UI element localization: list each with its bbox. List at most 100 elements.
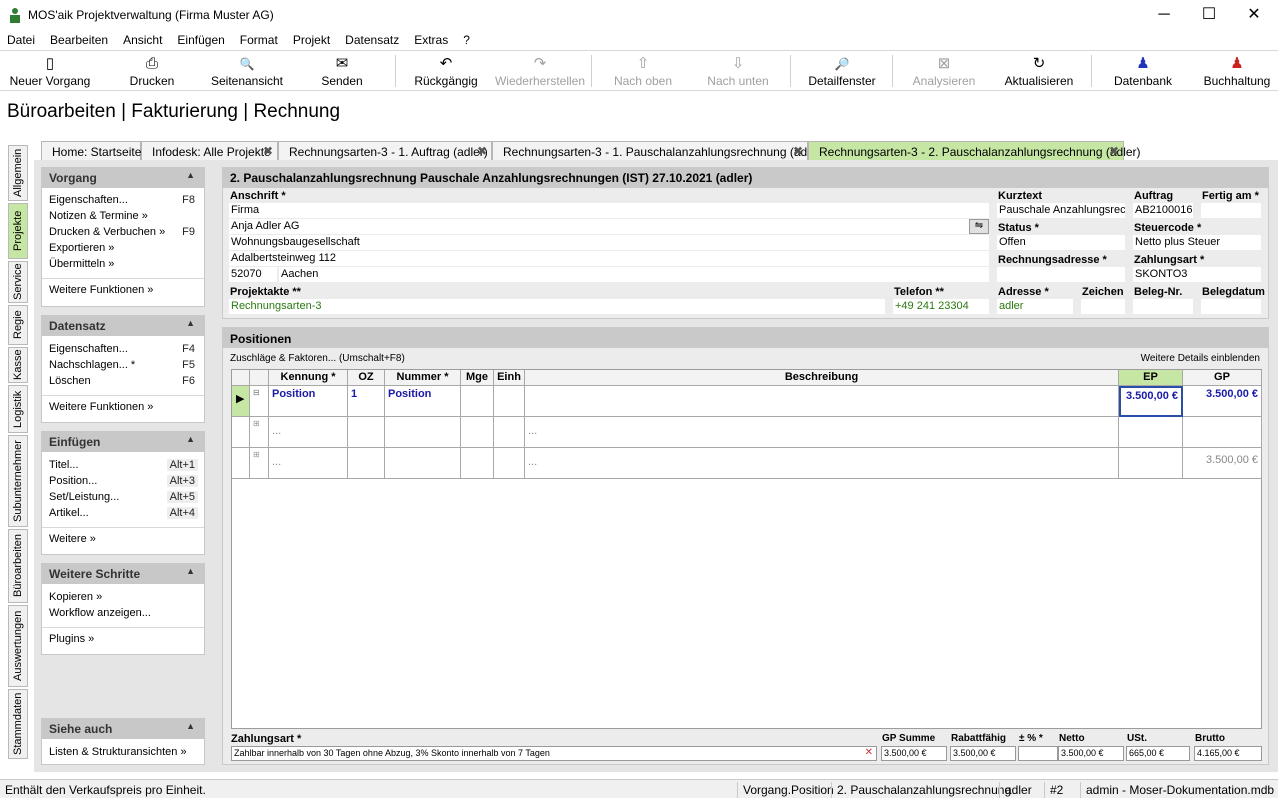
plz-field[interactable]: 52070 xyxy=(229,267,277,282)
tab-infodesk[interactable]: Infodesk: Alle Projekte ✖ xyxy=(141,141,278,160)
menu-help[interactable]: ? xyxy=(456,30,478,47)
vtab-service[interactable]: Service xyxy=(8,261,28,303)
cell-mge[interactable] xyxy=(461,448,494,479)
address-picker-icon[interactable]: ⇋ xyxy=(969,219,989,234)
zahlungsart-field[interactable]: SKONTO3 xyxy=(1133,267,1261,282)
accounting-button[interactable]: ♟ Buchhaltung xyxy=(1196,51,1278,91)
cell-beschreibung[interactable] xyxy=(525,386,1119,417)
auftrag-field[interactable]: AB2100016 xyxy=(1133,203,1193,218)
cell-beschreibung[interactable]: ... xyxy=(525,417,1119,448)
cell-nummer[interactable] xyxy=(385,448,461,479)
vtab-stammdaten[interactable]: Stammdaten xyxy=(8,689,28,759)
database-button[interactable]: ♟ Datenbank xyxy=(1104,51,1182,91)
collapse-icon[interactable]: ▲ xyxy=(186,566,195,576)
menu-extras[interactable]: Extras xyxy=(407,30,456,47)
close-tab-icon[interactable]: ✖ xyxy=(477,144,487,158)
belegdatum-field[interactable] xyxy=(1201,299,1261,314)
rechnungsadresse-field[interactable] xyxy=(997,267,1125,282)
panel-header[interactable]: Siehe auch ▲ xyxy=(42,719,204,739)
collapse-icon[interactable]: ▲ xyxy=(186,434,195,444)
cell-beschreibung[interactable]: ... xyxy=(525,448,1119,479)
cell-gp[interactable] xyxy=(1183,417,1262,448)
status-field[interactable]: Offen xyxy=(997,235,1125,250)
col-beschreibung[interactable]: Beschreibung xyxy=(525,370,1119,386)
cell-oz[interactable] xyxy=(348,417,385,448)
cell-kennung[interactable]: ... xyxy=(269,417,348,448)
cell-kennung[interactable]: ... xyxy=(269,448,348,479)
menu-workflow[interactable]: Workflow anzeigen... xyxy=(42,606,204,622)
cell-nummer[interactable] xyxy=(385,417,461,448)
page-preview-button[interactable]: 🔍 Seitenansicht xyxy=(204,51,290,91)
refresh-button[interactable]: ↻ Aktualisieren xyxy=(996,51,1082,91)
zuschlaege-link[interactable]: Zuschläge & Faktoren... (Umschalt+F8) xyxy=(230,353,405,364)
address-line-4[interactable]: Adalbertsteinweg 112 xyxy=(229,251,989,266)
menu-datensatz[interactable]: Datensatz xyxy=(338,30,407,47)
menu-uebermitteln[interactable]: Übermitteln » xyxy=(42,257,204,273)
close-tab-icon[interactable]: ✖ xyxy=(263,144,273,158)
close-button[interactable]: ✕ xyxy=(1231,0,1277,30)
steuercode-field[interactable]: Netto plus Steuer xyxy=(1133,235,1261,250)
menu-eigenschaften[interactable]: Eigenschaften... F8 xyxy=(42,193,204,209)
col-mge[interactable]: Mge xyxy=(461,370,494,386)
projektakte-field[interactable]: Rechnungsarten-3 xyxy=(229,299,885,314)
insert-position[interactable]: Position... Alt+3 xyxy=(42,474,204,490)
print-button[interactable]: ⎙ Drucken xyxy=(112,51,192,91)
menu-listen[interactable]: Listen & Strukturansichten » xyxy=(42,745,204,761)
menu-projekt[interactable]: Projekt xyxy=(286,30,338,47)
menu-bearbeiten[interactable]: Bearbeiten xyxy=(43,30,116,47)
cell-oz[interactable] xyxy=(348,448,385,479)
cell-mge[interactable] xyxy=(461,417,494,448)
expand-row-icon[interactable]: ⊞ xyxy=(250,417,269,448)
tab-auftrag[interactable]: Rechnungsarten-3 - 1. Auftrag (adler) ✖ xyxy=(278,141,492,160)
cell-einh[interactable] xyxy=(494,448,525,479)
cell-ep-active[interactable]: 3.500,00 € xyxy=(1119,386,1183,417)
vtab-kasse[interactable]: Kasse xyxy=(8,347,28,383)
vtab-logistik[interactable]: Logistik xyxy=(8,385,28,433)
zahlungsart-text-field[interactable]: Zahlbar innerhalb von 30 Tagen ohne Abzu… xyxy=(231,746,877,761)
redo-button[interactable]: ↷ Wiederherstellen xyxy=(493,51,587,91)
menu-weitere-funktionen[interactable]: Weitere Funktionen » xyxy=(42,400,204,416)
maximize-button[interactable]: ☐ xyxy=(1186,0,1232,30)
collapse-icon[interactable]: ▲ xyxy=(186,721,195,731)
col-einh[interactable]: Einh xyxy=(494,370,525,386)
tab-home[interactable]: Home: Startseite xyxy=(41,141,141,160)
panel-header[interactable]: Einfügen ▲ xyxy=(42,432,204,452)
menu-format[interactable]: Format xyxy=(233,30,286,47)
cell-gp-sum[interactable]: 3.500,00 € xyxy=(1183,448,1262,479)
kurztext-field[interactable]: Pauschale Anzahlungsrech xyxy=(997,203,1125,218)
close-tab-icon[interactable]: ✖ xyxy=(1109,144,1119,158)
insert-titel[interactable]: Titel... Alt+1 xyxy=(42,458,204,474)
zeichen-field[interactable] xyxy=(1081,299,1125,314)
address-line-2[interactable]: Anja Adler AG xyxy=(229,219,969,234)
menu-ansicht[interactable]: Ansicht xyxy=(116,30,170,47)
minimize-button[interactable]: ─ xyxy=(1141,0,1187,30)
analyze-button[interactable]: ⊠ Analysieren xyxy=(904,51,984,91)
cell-einh[interactable] xyxy=(494,386,525,417)
row-selected-indicator[interactable]: ▶ xyxy=(232,386,250,417)
move-up-button[interactable]: ⇧ Nach oben xyxy=(606,51,680,91)
cell-ep[interactable] xyxy=(1119,417,1183,448)
new-vorgang-button[interactable]: ▯ Neuer Vorgang xyxy=(4,51,96,91)
weitere-details-link[interactable]: Weitere Details einblenden xyxy=(1141,353,1260,364)
close-tab-icon[interactable]: ✖ xyxy=(793,144,803,158)
move-down-button[interactable]: ⇩ Nach unten xyxy=(700,51,776,91)
col-gp[interactable]: GP xyxy=(1183,370,1262,386)
vtab-projekte[interactable]: Projekte xyxy=(8,203,28,259)
vtab-allgemein[interactable]: Allgemein xyxy=(8,145,28,201)
menu-kopieren[interactable]: Kopieren » xyxy=(42,590,204,606)
send-button[interactable]: ✉ Senden xyxy=(306,51,378,91)
cell-ep[interactable] xyxy=(1119,448,1183,479)
menu-datei[interactable]: Datei xyxy=(0,30,43,47)
fertig-field[interactable] xyxy=(1201,203,1261,218)
panel-header[interactable]: Datensatz ▲ xyxy=(42,316,204,336)
undo-button[interactable]: ↶ Rückgängig xyxy=(405,51,487,91)
menu-nachschlagen[interactable]: Nachschlagen... * F5 xyxy=(42,358,204,374)
col-oz[interactable]: OZ xyxy=(348,370,385,386)
cell-kennung[interactable]: Position xyxy=(269,386,348,417)
address-line-3[interactable]: Wohnungsbaugesellschaft xyxy=(229,235,989,250)
menu-weitere-funktionen[interactable]: Weitere Funktionen » xyxy=(42,283,204,299)
clear-icon[interactable]: ✕ xyxy=(865,747,873,758)
menu-weitere[interactable]: Weitere » xyxy=(42,532,204,548)
col-nummer[interactable]: Nummer * xyxy=(385,370,461,386)
detail-window-button[interactable]: 🔎 Detailfenster xyxy=(800,51,884,91)
